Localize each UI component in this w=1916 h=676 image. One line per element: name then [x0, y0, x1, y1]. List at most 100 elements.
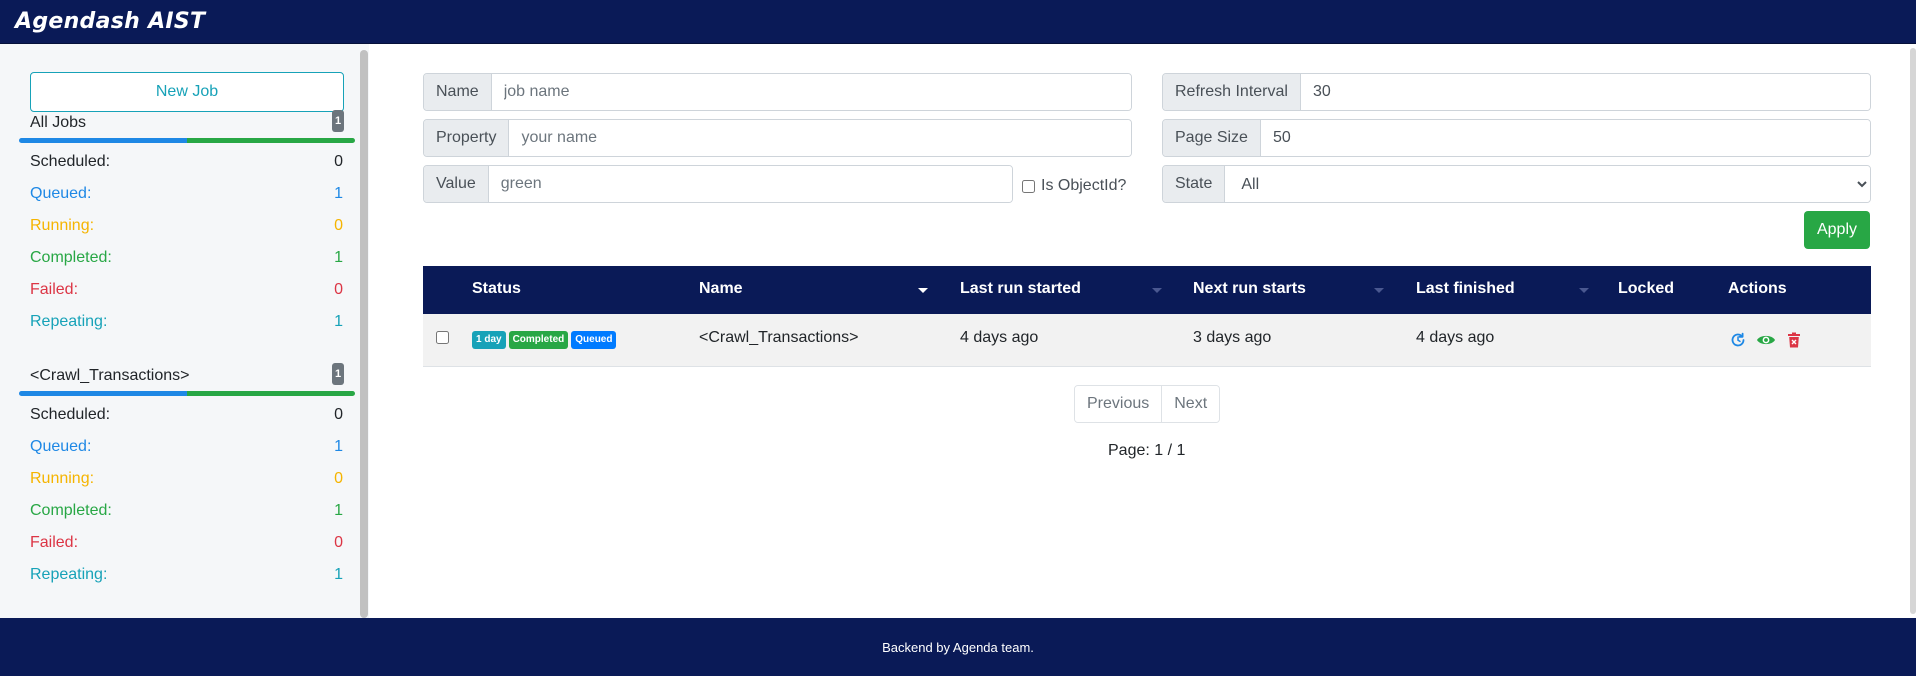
group-title: <Crawl_Transactions> — [30, 367, 190, 384]
stat-value: 1 — [334, 502, 343, 519]
value-label: Value — [424, 166, 489, 202]
job-name: <Crawl_Transactions> — [699, 329, 859, 346]
sort-next-run-starts-icon[interactable] — [1374, 288, 1384, 293]
group-header[interactable]: <Crawl_Transactions> 1 — [19, 363, 355, 391]
value-filter-group: Value — [423, 165, 1013, 203]
stat-label: Failed: — [30, 534, 79, 551]
stat-repeating[interactable]: Repeating: 1 — [19, 560, 355, 592]
stat-label: Running: — [30, 217, 95, 234]
status-badges: 1 day Completed Queued — [472, 331, 617, 349]
stat-label: Failed: — [30, 281, 79, 298]
stat-value: 1 — [334, 185, 343, 202]
stat-value: 1 — [334, 313, 343, 330]
is-objectid-checkbox[interactable] — [1022, 179, 1035, 193]
state-filter-group: State All — [1162, 165, 1871, 203]
stat-value: 0 — [334, 153, 343, 170]
stat-repeating[interactable]: Repeating: 1 — [19, 307, 355, 339]
stat-value: 1 — [334, 566, 343, 583]
name-label: Name — [424, 74, 492, 110]
page-size-group: Page Size — [1162, 119, 1871, 157]
view-job-button[interactable] — [1756, 330, 1776, 350]
requeue-button[interactable] — [1728, 330, 1748, 350]
stat-completed[interactable]: Completed: 1 — [19, 496, 355, 528]
footer: Backend by Agenda team. — [0, 618, 1916, 676]
pagination: Previous Next — [1074, 385, 1221, 423]
group-count-badge: 1 — [332, 110, 344, 132]
stat-label: Running: — [30, 470, 95, 487]
name-filter-group: Name — [423, 73, 1132, 111]
queued-badge: Queued — [571, 331, 617, 349]
page-size-input[interactable] — [1260, 120, 1870, 156]
stat-label: Repeating: — [30, 313, 108, 330]
stat-queued[interactable]: Queued: 1 — [19, 179, 355, 211]
stat-label: Scheduled: — [30, 406, 111, 423]
stat-running[interactable]: Running: 0 — [19, 211, 355, 243]
stat-label: Queued: — [30, 438, 92, 455]
app-title[interactable]: Agendash AIST — [15, 9, 205, 34]
stat-scheduled[interactable]: Scheduled: 0 — [19, 147, 355, 179]
property-label: Property — [424, 120, 510, 156]
stat-failed[interactable]: Failed: 0 — [19, 528, 355, 560]
apply-button[interactable]: Apply — [1804, 211, 1870, 249]
stat-running[interactable]: Running: 0 — [19, 464, 355, 496]
row-select-checkbox[interactable] — [436, 331, 449, 344]
delete-job-button[interactable] — [1784, 330, 1804, 350]
eye-icon — [1757, 335, 1775, 345]
is-objectid-option[interactable]: Is ObjectId? — [1022, 177, 1126, 195]
header-next-run-starts[interactable]: Next run starts — [1193, 280, 1306, 298]
main-content: Name Property Value Is ObjectId? Refresh… — [384, 44, 1910, 618]
job-group-crawl-transactions[interactable]: <Crawl_Transactions> 1 Scheduled: 0 Queue… — [19, 363, 355, 592]
table-header: Status Name Last run started Next run st… — [423, 266, 1871, 314]
name-input[interactable] — [491, 74, 1131, 110]
stat-value: 0 — [334, 217, 343, 234]
stat-value: 1 — [334, 438, 343, 455]
page-size-label: Page Size — [1163, 120, 1261, 156]
stat-scheduled[interactable]: Scheduled: 0 — [19, 400, 355, 432]
group-progress-bar — [19, 138, 355, 143]
next-run-starts: 3 days ago — [1193, 329, 1272, 346]
stat-failed[interactable]: Failed: 0 — [19, 275, 355, 307]
row-actions — [1728, 330, 1804, 350]
header-name[interactable]: Name — [699, 280, 743, 298]
stat-queued[interactable]: Queued: 1 — [19, 432, 355, 464]
state-select[interactable]: All — [1225, 166, 1870, 202]
stat-label: Queued: — [30, 185, 92, 202]
refresh-interval-label: Refresh Interval — [1163, 74, 1301, 110]
stat-label: Repeating: — [30, 566, 108, 583]
sort-last-finished-icon[interactable] — [1579, 288, 1589, 293]
header-actions: Actions — [1728, 280, 1787, 297]
jobs-table: Status Name Last run started Next run st… — [423, 266, 1871, 367]
repeat-interval-badge: 1 day — [472, 331, 506, 349]
value-input[interactable] — [488, 166, 1012, 202]
group-count-badge: 1 — [332, 363, 344, 385]
header-last-finished[interactable]: Last finished — [1416, 280, 1515, 298]
last-run-started: 4 days ago — [960, 329, 1039, 346]
next-page-button[interactable]: Next — [1161, 386, 1220, 422]
sort-last-run-started-icon[interactable] — [1152, 288, 1162, 293]
stat-label: Completed: — [30, 502, 112, 519]
stat-value: 0 — [334, 470, 343, 487]
group-header[interactable]: All Jobs 1 — [19, 110, 355, 138]
job-group-all[interactable]: All Jobs 1 Scheduled: 0 Queued: 1 Running:… — [19, 110, 355, 339]
stat-completed[interactable]: Completed: 1 — [19, 243, 355, 275]
state-label: State — [1163, 166, 1226, 202]
header-status: Status — [472, 280, 521, 297]
completed-badge: Completed — [508, 331, 569, 349]
refresh-interval-input[interactable] — [1300, 74, 1870, 110]
refresh-icon — [1731, 332, 1745, 347]
new-job-button[interactable]: New Job — [30, 72, 344, 112]
main-scrollbar[interactable] — [1910, 48, 1916, 614]
table-row[interactable]: 1 day Completed Queued <Crawl_Transactio… — [423, 314, 1871, 367]
stat-value: 0 — [334, 534, 343, 551]
stat-value: 1 — [334, 249, 343, 266]
sidebar-scrollbar[interactable] — [360, 50, 368, 618]
header-locked: Locked — [1618, 280, 1675, 297]
property-input[interactable] — [509, 120, 1131, 156]
sort-name-icon[interactable] — [918, 288, 928, 293]
group-title: All Jobs — [30, 114, 87, 131]
last-finished: 4 days ago — [1416, 329, 1495, 346]
stat-value: 0 — [334, 281, 343, 298]
footer-text: Backend by Agenda team. — [882, 639, 1034, 655]
previous-page-button[interactable]: Previous — [1075, 386, 1162, 422]
header-last-run-started[interactable]: Last run started — [960, 280, 1081, 298]
